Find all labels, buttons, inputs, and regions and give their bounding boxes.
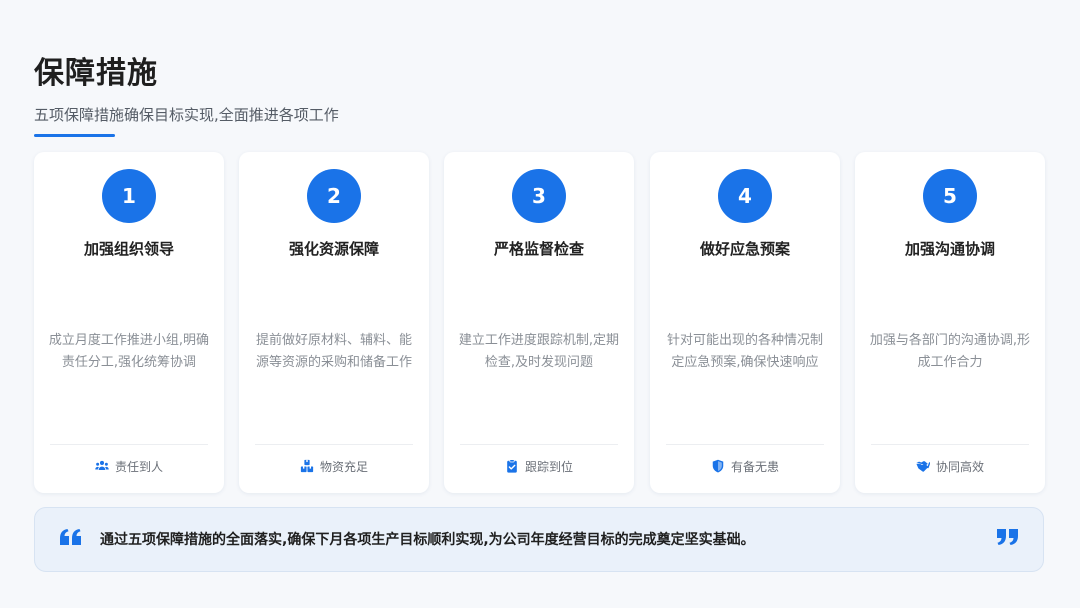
card-title: 强化资源保障 bbox=[288, 240, 379, 258]
card-description: 提前做好原材料、辅料、能源等资源的采购和储备工作 bbox=[255, 333, 412, 370]
footer-label: 有备无患 bbox=[730, 460, 779, 474]
page-title: 保障措施 bbox=[34, 56, 158, 91]
card-footer: 物资充足 bbox=[239, 457, 429, 477]
number-badge: 2 bbox=[307, 169, 361, 223]
measure-card-5: 5 加强沟通协调 加强与各部门的沟通协调,形成工作合力 协同高效 bbox=[855, 152, 1045, 493]
card-description: 建立工作进度跟踪机制,定期检查,及时发现问题 bbox=[458, 333, 620, 370]
page-subtitle: 五项保障措施确保目标实现,全面推进各项工作 bbox=[34, 106, 339, 124]
slide: 保障措施 五项保障措施确保目标实现,全面推进各项工作 1 加强组织领导 成立月度… bbox=[0, 0, 1080, 608]
footer-label: 协同高效 bbox=[935, 460, 984, 474]
footer-label: 物资充足 bbox=[319, 460, 368, 474]
card-description: 加强与各部门的沟通协调,形成工作合力 bbox=[869, 333, 1031, 370]
card-footer: 责任到人 bbox=[34, 457, 224, 477]
summary-quote: 通过五项保障措施的全面落实,确保下月各项生产目标顺利实现,为公司年度经营目标的完… bbox=[34, 507, 1044, 572]
footer-label: 跟踪到位 bbox=[524, 460, 573, 474]
number-badge: 3 bbox=[512, 169, 566, 223]
shield-icon bbox=[712, 459, 724, 473]
number-badge: 1 bbox=[102, 169, 156, 223]
card-footer: 有备无患 bbox=[650, 457, 840, 477]
card-title: 加强沟通协调 bbox=[904, 240, 995, 258]
card-divider bbox=[871, 444, 1029, 445]
card-divider bbox=[666, 444, 824, 445]
clipboard-check-icon bbox=[507, 459, 517, 473]
number-badge: 4 bbox=[718, 169, 772, 223]
measure-card-2: 2 强化资源保障 提前做好原材料、辅料、能源等资源的采购和储备工作 物资充足 bbox=[239, 152, 429, 493]
quote-text: 通过五项保障措施的全面落实,确保下月各项生产目标顺利实现,为公司年度经营目标的完… bbox=[100, 532, 755, 548]
footer-label: 责任到人 bbox=[114, 460, 163, 474]
card-title: 严格监督检查 bbox=[493, 240, 584, 258]
card-footer: 跟踪到位 bbox=[444, 457, 634, 477]
measure-card-4: 4 做好应急预案 针对可能出现的各种情况制定应急预案,确保快速响应 有备无患 bbox=[650, 152, 840, 493]
measures-cards: 1 加强组织领导 成立月度工作推进小组,明确责任分工,强化统筹协调 责任到人 2… bbox=[34, 152, 1046, 493]
open-quote-icon bbox=[60, 529, 81, 545]
close-quote-icon bbox=[997, 529, 1018, 545]
card-title: 做好应急预案 bbox=[699, 240, 790, 258]
handshake-icon bbox=[916, 461, 930, 472]
card-title: 加强组织领导 bbox=[83, 240, 174, 258]
measure-card-3: 3 严格监督检查 建立工作进度跟踪机制,定期检查,及时发现问题 跟踪到位 bbox=[444, 152, 634, 493]
measure-card-1: 1 加强组织领导 成立月度工作推进小组,明确责任分工,强化统筹协调 责任到人 bbox=[34, 152, 224, 493]
card-divider bbox=[50, 444, 208, 445]
number-badge: 5 bbox=[923, 169, 977, 223]
card-footer: 协同高效 bbox=[855, 457, 1045, 477]
card-description: 成立月度工作推进小组,明确责任分工,强化统筹协调 bbox=[48, 333, 210, 370]
people-icon bbox=[95, 460, 109, 470]
card-description: 针对可能出现的各种情况制定应急预案,确保快速响应 bbox=[666, 333, 823, 370]
title-underline bbox=[34, 134, 115, 137]
card-divider bbox=[255, 444, 413, 445]
boxes-icon bbox=[300, 459, 314, 473]
card-divider bbox=[460, 444, 618, 445]
